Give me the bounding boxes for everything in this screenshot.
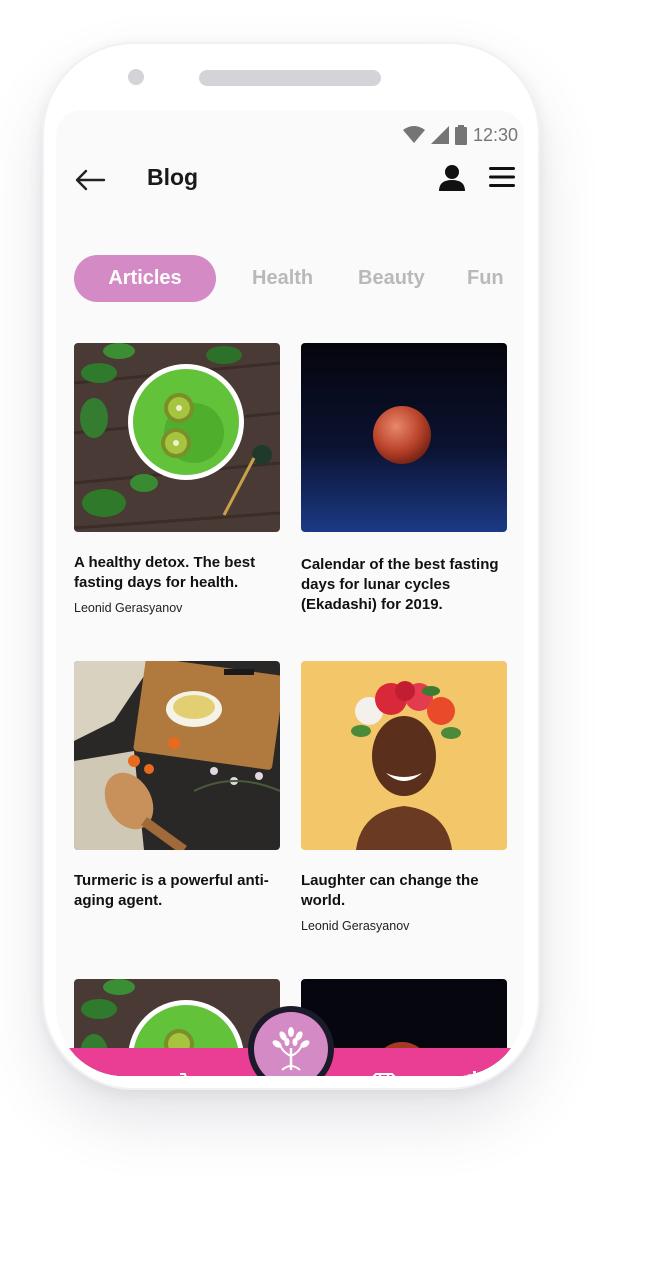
article-card[interactable]: Turmeric is a powerful anti-aging agent. (74, 661, 280, 911)
phone-frame: 12:30 Blog Articles Health Beauty Fun A … (42, 42, 540, 1090)
page-title: Blog (147, 164, 199, 190)
status-time: 12:30 (472, 124, 518, 145)
cart-icon[interactable] (178, 1070, 212, 1076)
article-image-smoothie (74, 343, 280, 532)
lotus-icon[interactable] (83, 1070, 117, 1076)
tab-health[interactable]: Health (252, 255, 313, 302)
app-header: Blog (56, 158, 524, 204)
calendar-icon[interactable] (463, 1070, 497, 1076)
article-title: Turmeric is a powerful anti-aging agent. (74, 872, 269, 909)
article-title: A healthy detox. The best fasting days f… (74, 554, 256, 591)
wifi-icon (402, 126, 425, 143)
user-icon[interactable] (437, 163, 467, 193)
home-center-button[interactable] (254, 1012, 328, 1076)
front-camera (128, 69, 144, 85)
status-bar: 12:30 (402, 120, 518, 150)
article-card[interactable]: Laughter can change the world. Leonid Ge… (301, 661, 507, 933)
category-tabs: Articles Health Beauty Fun (74, 255, 524, 303)
battery-icon (454, 125, 467, 145)
article-title: Calendar of the best fasting days for lu… (301, 556, 499, 613)
article-title: Laughter can change the world. (301, 872, 479, 909)
speaker-grille (199, 70, 381, 86)
article-author: Leonid Gerasyanov (74, 601, 183, 615)
back-arrow-icon[interactable] (74, 166, 106, 194)
signal-icon (430, 126, 449, 144)
tab-beauty[interactable]: Beauty (358, 255, 425, 302)
article-image-flower-crown (301, 661, 507, 850)
diamond-icon[interactable] (367, 1070, 401, 1076)
hamburger-menu-icon[interactable] (488, 164, 516, 190)
article-author: Leonid Gerasyanov (301, 919, 410, 933)
tab-articles[interactable]: Articles (74, 255, 216, 302)
app-screen: 12:30 Blog Articles Health Beauty Fun A … (56, 110, 524, 1076)
article-image-turmeric (74, 661, 280, 850)
article-image-moon (301, 343, 507, 532)
tree-logo-icon (272, 1027, 310, 1071)
article-card[interactable]: A healthy detox. The best fasting days f… (74, 343, 280, 615)
tab-fun[interactable]: Fun (467, 255, 504, 302)
article-card[interactable]: Calendar of the best fasting days for lu… (301, 343, 507, 615)
